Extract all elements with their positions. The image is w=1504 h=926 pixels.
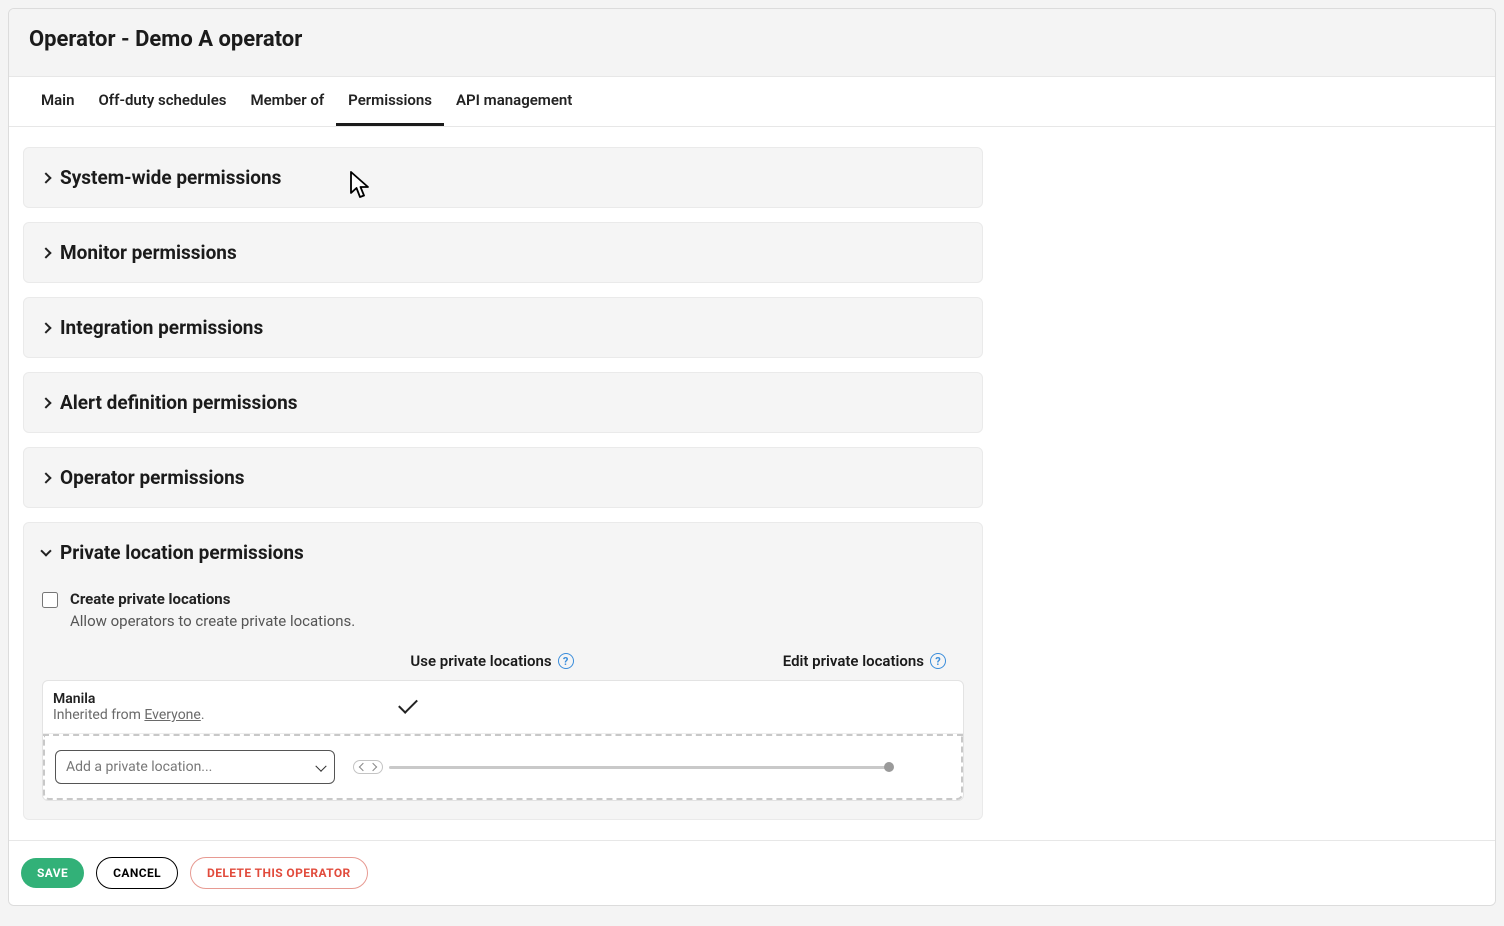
column-use-private-locations: Use private locations [410, 652, 551, 670]
inherited-from-link[interactable]: Everyone [144, 707, 200, 723]
chevron-right-icon [40, 322, 51, 333]
section-alert-definition[interactable]: Alert definition permissions [23, 372, 983, 433]
section-title-operator: Operator permissions [60, 466, 245, 489]
slider-handle[interactable] [884, 762, 894, 772]
create-private-locations-checkbox[interactable] [42, 592, 58, 608]
location-name: Manila [53, 691, 348, 707]
column-edit-private-locations: Edit private locations [783, 652, 924, 670]
table-row: Manila Inherited from Everyone. [43, 681, 963, 734]
tab-off-duty-schedules[interactable]: Off-duty schedules [86, 77, 238, 126]
page-title: Operator - Demo A operator [29, 27, 1475, 52]
chevron-right-icon [40, 247, 51, 258]
chevron-right-icon [369, 763, 377, 771]
section-title-monitor: Monitor permissions [60, 241, 237, 264]
section-system-wide[interactable]: System-wide permissions [23, 147, 983, 208]
inherited-prefix: Inherited from [53, 707, 144, 723]
section-title-private-location: Private location permissions [60, 541, 304, 564]
chevron-left-icon [359, 763, 367, 771]
create-private-locations-label: Create private locations [70, 590, 355, 608]
save-button[interactable]: SAVE [21, 858, 84, 888]
slider-pill[interactable] [353, 760, 383, 774]
add-private-location-select[interactable]: Add a private location... [55, 750, 335, 784]
tab-api-management[interactable]: API management [444, 77, 584, 126]
chevron-right-icon [40, 172, 51, 183]
create-private-locations-desc: Allow operators to create private locati… [70, 612, 355, 630]
check-icon [398, 694, 418, 714]
permission-slider[interactable] [389, 766, 891, 769]
section-integration[interactable]: Integration permissions [23, 297, 983, 358]
tab-main[interactable]: Main [29, 77, 86, 126]
section-operator[interactable]: Operator permissions [23, 447, 983, 508]
chevron-right-icon [40, 472, 51, 483]
add-private-location-placeholder: Add a private location... [55, 750, 335, 784]
section-private-location[interactable]: Private location permissions Create priv… [23, 522, 983, 820]
section-title-system-wide: System-wide permissions [60, 166, 281, 189]
help-icon[interactable]: ? [558, 653, 574, 669]
section-monitor[interactable]: Monitor permissions [23, 222, 983, 283]
cancel-button[interactable]: CANCEL [96, 857, 178, 889]
tab-permissions[interactable]: Permissions [336, 77, 444, 126]
section-title-integration: Integration permissions [60, 316, 263, 339]
private-location-table: Manila Inherited from Everyone. Add a [42, 680, 964, 801]
chevron-right-icon [40, 397, 51, 408]
tab-member-of[interactable]: Member of [238, 77, 336, 126]
footer-bar: SAVE CANCEL DELETE THIS OPERATOR [9, 840, 1495, 905]
inherited-suffix: . [201, 707, 205, 723]
add-private-location-row: Add a private location... [43, 734, 963, 800]
help-icon[interactable]: ? [930, 653, 946, 669]
section-title-alert-definition: Alert definition permissions [60, 391, 297, 414]
delete-operator-button[interactable]: DELETE THIS OPERATOR [190, 857, 368, 889]
chevron-down-icon [40, 545, 51, 556]
tab-bar: Main Off-duty schedules Member of Permis… [9, 77, 1495, 127]
